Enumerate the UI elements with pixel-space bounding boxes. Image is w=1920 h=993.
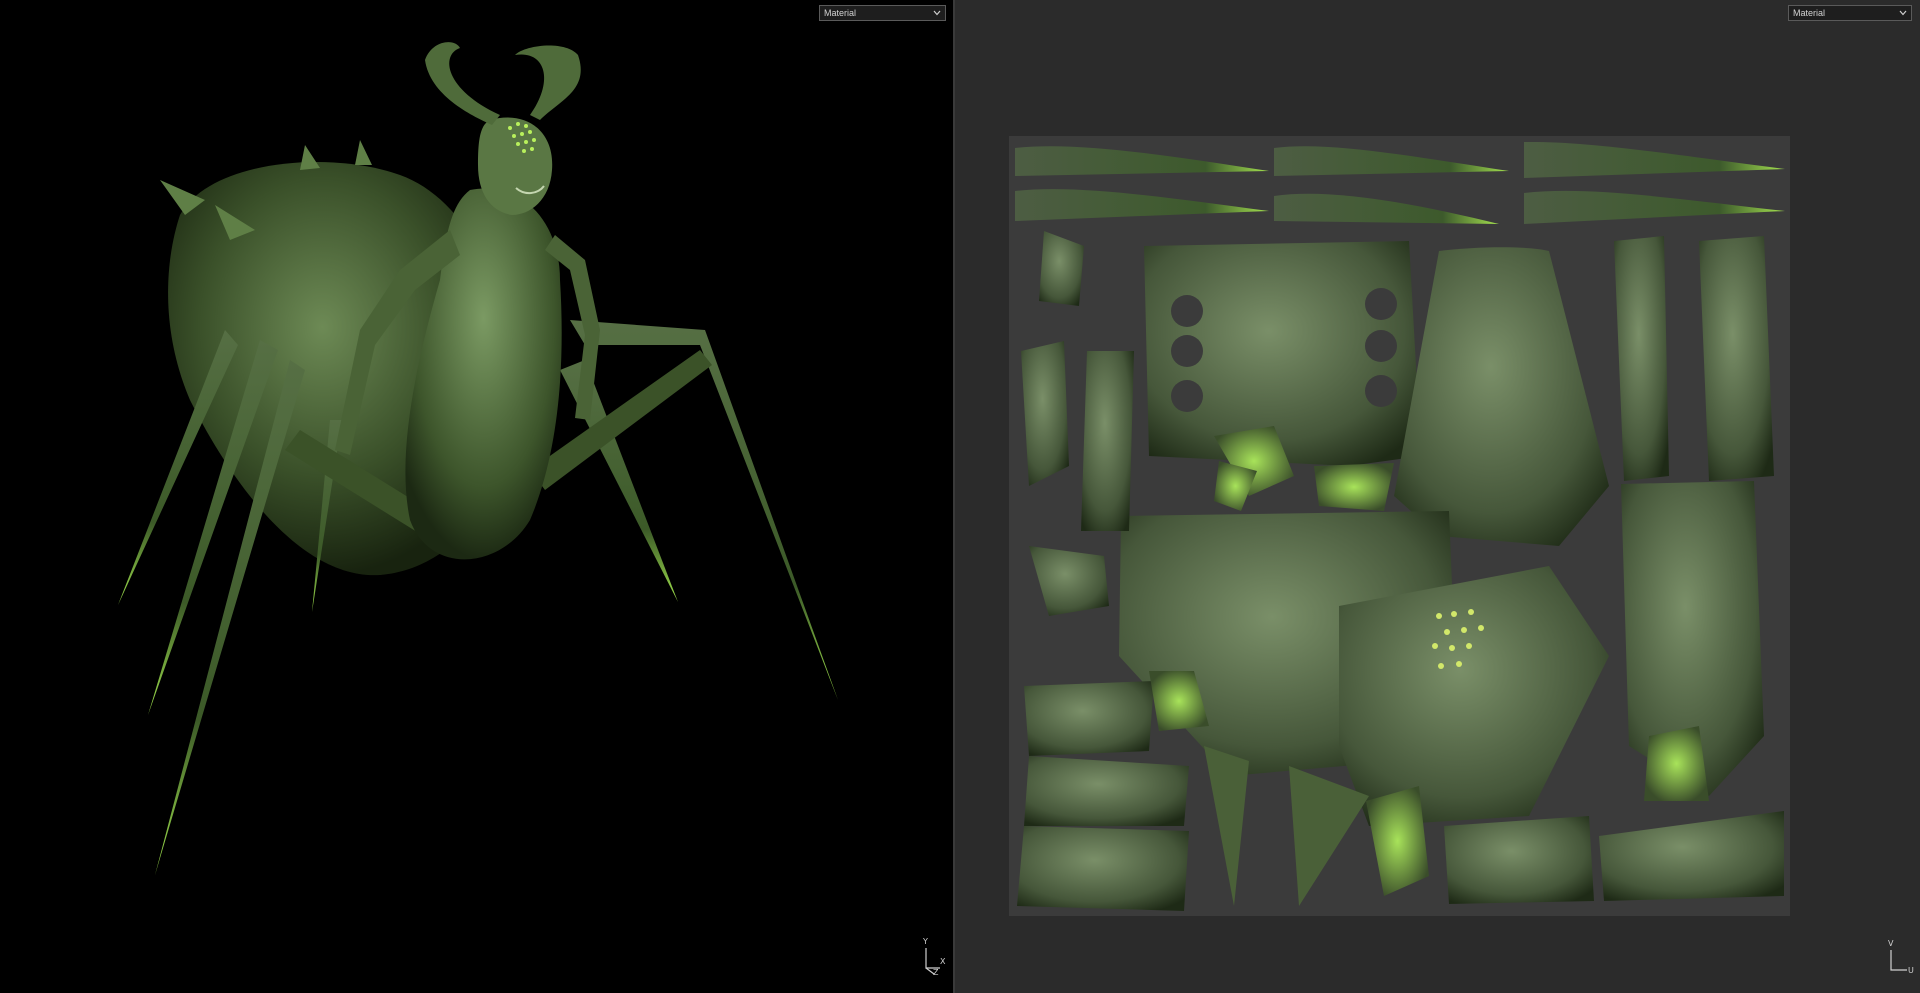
axis-gizmo-icon: Y X Z bbox=[918, 938, 948, 978]
axis-label-z: Z bbox=[933, 968, 939, 977]
axis-label-x: X bbox=[940, 957, 946, 966]
uv-texture-sheet bbox=[1009, 136, 1790, 916]
viewport-3d[interactable]: Material Y X Z bbox=[0, 0, 953, 993]
creature-model bbox=[118, 42, 838, 875]
app-window: Material Y X Z Material V U bbox=[0, 0, 1920, 993]
uv-shading-mode-select[interactable]: Material bbox=[1788, 5, 1912, 21]
axis-label-u: U bbox=[1908, 966, 1914, 975]
shading-mode-label: Material bbox=[824, 8, 857, 18]
uv-shading-mode-label: Material bbox=[1793, 8, 1826, 18]
viewport-uv[interactable]: Material V U bbox=[955, 0, 1920, 993]
uv-islands bbox=[1015, 141, 1785, 911]
shading-mode-select[interactable]: Material bbox=[819, 5, 946, 21]
chevron-down-icon bbox=[1898, 8, 1908, 18]
axis-label-y: Y bbox=[923, 937, 928, 946]
uv-axis-gizmo-icon: V U bbox=[1885, 940, 1915, 980]
axis-label-v: V bbox=[1888, 939, 1894, 948]
chevron-down-icon bbox=[932, 8, 942, 18]
